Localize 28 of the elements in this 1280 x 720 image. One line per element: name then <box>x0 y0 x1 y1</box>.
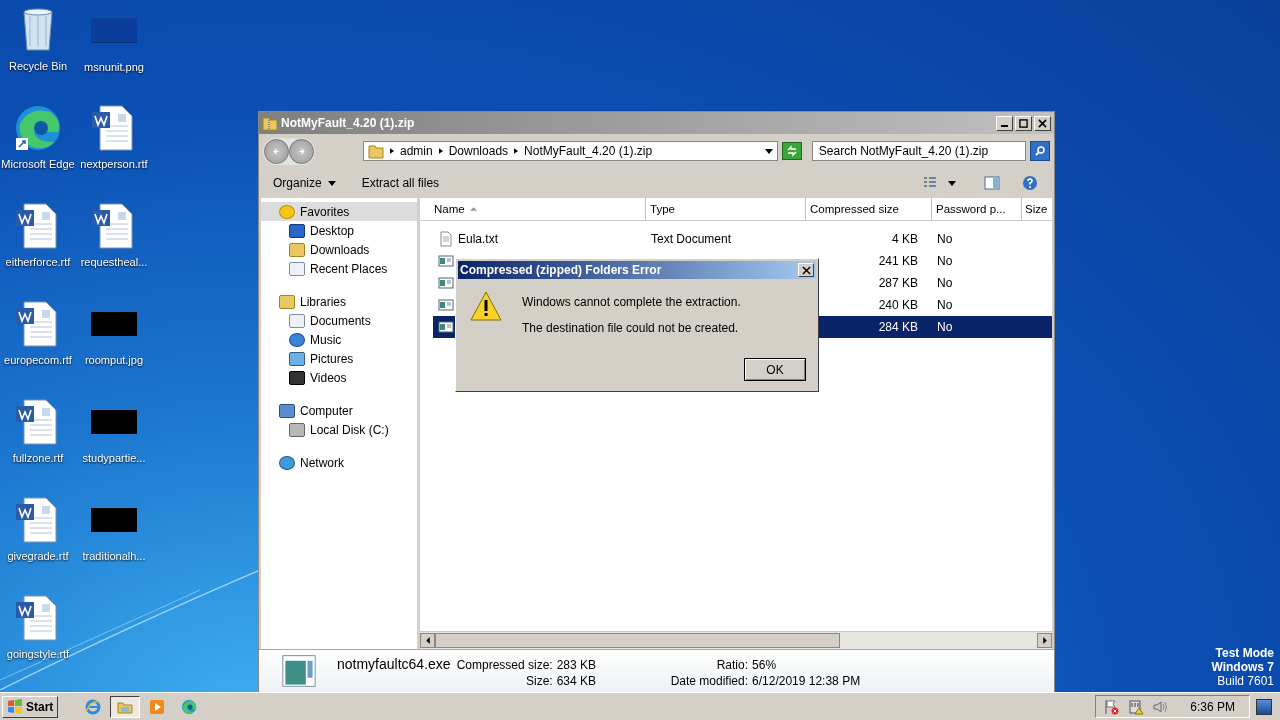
file-type: Text Document <box>651 232 732 246</box>
password-protected: No <box>937 232 953 246</box>
details-filename: notmyfaultc64.exe <box>337 656 451 672</box>
compressed-size: 4 KB <box>892 232 918 246</box>
file-name: Eula.txt <box>458 232 499 246</box>
window-title: NotMyFault_4.20 (1).zip <box>281 116 415 130</box>
dialog-message: The destination file could not be created. <box>522 321 740 335</box>
compressed-size: 241 KB <box>878 254 918 268</box>
details-value: 283 KB <box>556 658 598 672</box>
compressed-size: 284 KB <box>878 320 918 334</box>
password-protected: No <box>937 276 953 290</box>
dialog-title: Compressed (zipped) Folders Error <box>460 263 662 277</box>
details-label: Size: <box>525 674 553 688</box>
details-label: Ratio: <box>715 658 749 672</box>
details-value: 6/12/2019 12:38 PM <box>752 674 861 688</box>
dialog-message: Windows cannot complete the extraction. <box>522 295 741 309</box>
password-protected: No <box>937 298 953 312</box>
compressed-size: 287 KB <box>878 276 918 290</box>
compressed-size: 240 KB <box>878 298 918 312</box>
password-protected: No <box>937 254 953 268</box>
test-mode-text: Windows 7 <box>1211 660 1274 674</box>
password-protected: No <box>937 320 953 334</box>
details-value: 56% <box>752 658 778 672</box>
details-label: Date modified: <box>670 674 749 688</box>
test-mode-text: Test Mode <box>1215 646 1274 660</box>
details-value: 634 KB <box>556 674 598 688</box>
test-mode-text: Build 7601 <box>1217 674 1274 688</box>
details-label: Compressed size: <box>456 658 553 672</box>
